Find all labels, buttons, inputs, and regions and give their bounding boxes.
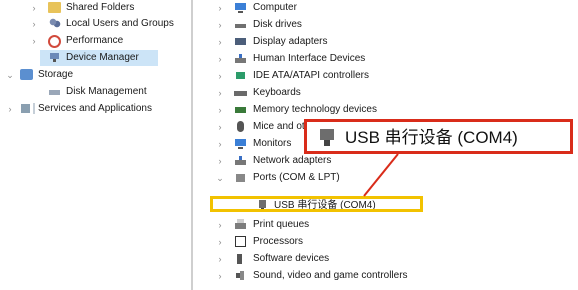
software-device-icon (234, 253, 247, 264)
ports-icon (234, 172, 247, 183)
highlight-box (210, 196, 423, 212)
disk-management-icon (48, 86, 61, 97)
tree-item-label: Print queues (253, 219, 310, 230)
tree-item-label: Software devices (253, 253, 330, 264)
ide-controller-icon (234, 70, 247, 81)
monitor-icon (234, 138, 247, 149)
performance-icon (48, 35, 61, 48)
expand-chevron-icon[interactable]: › (216, 268, 224, 284)
tree-item-services[interactable]: › Services and Applications (0, 101, 190, 117)
tree-item-label: Computer (253, 2, 297, 13)
device-category-processors[interactable]: › Processors (194, 234, 578, 250)
console-tree-pane: › Shared Folders › Local Users and Group… (0, 0, 190, 290)
mouse-icon (237, 121, 244, 132)
tree-item-label: Disk Management (66, 86, 147, 97)
tree-item-local-users[interactable]: › Local Users and Groups (0, 16, 190, 32)
keyboard-icon (234, 87, 247, 98)
expand-chevron-icon[interactable]: › (216, 217, 224, 233)
device-category-print-queues[interactable]: › Print queues (194, 217, 578, 233)
tree-item-label: Monitors (253, 138, 292, 149)
tree-item-label: Performance (66, 35, 124, 46)
expand-chevron-icon[interactable]: › (216, 136, 224, 152)
computer-icon (234, 2, 247, 13)
shared-folders-icon (48, 2, 61, 13)
device-category-sound[interactable]: › Sound, video and game controllers (194, 268, 578, 284)
callout-text: USB 串行设备 (COM4) (345, 128, 518, 147)
expand-chevron-icon[interactable]: › (216, 0, 224, 16)
tree-item-shared-folders[interactable]: › Shared Folders (0, 0, 190, 16)
device-category-ports[interactable]: ⌄ Ports (COM & LPT) (194, 170, 578, 186)
tree-item-label: IDE ATA/ATAPI controllers (253, 70, 369, 81)
expand-chevron-icon[interactable]: › (6, 101, 14, 117)
expand-chevron-icon[interactable]: › (30, 33, 38, 49)
expand-chevron-icon[interactable]: › (216, 119, 224, 135)
memory-icon (234, 104, 247, 115)
expand-chevron-icon[interactable]: › (216, 153, 224, 169)
device-category-hid[interactable]: › Human Interface Devices (194, 51, 578, 67)
callout-label: USB 串行设备 (COM4) (304, 119, 573, 154)
device-category-software[interactable]: › Software devices (194, 251, 578, 267)
tree-item-label: Processors (253, 236, 304, 247)
device-category-network[interactable]: › Network adapters (194, 153, 578, 169)
device-category-keyboards[interactable]: › Keyboards (194, 85, 578, 101)
tree-item-performance[interactable]: › Performance (0, 33, 190, 49)
tree-item-label: Display adapters (253, 36, 328, 47)
expand-chevron-icon[interactable]: › (30, 0, 38, 16)
tree-item-device-manager[interactable]: Device Manager (40, 50, 158, 66)
device-category-computer[interactable]: › Computer (194, 0, 578, 16)
device-manager-icon (48, 52, 61, 63)
network-adapter-icon (234, 155, 247, 166)
tree-item-label: Services and Applications (38, 103, 152, 114)
storage-icon (20, 69, 33, 80)
tree-item-label: Shared Folders (66, 2, 135, 13)
tree-item-label: Human Interface Devices (253, 53, 366, 64)
tree-item-label: Local Users and Groups (66, 18, 174, 29)
tree-item-label: Disk drives (253, 19, 302, 30)
tree-item-label: Network adapters (253, 155, 332, 166)
expand-chevron-icon[interactable]: › (216, 68, 224, 84)
collapse-chevron-icon[interactable]: ⌄ (6, 67, 14, 83)
users-icon (48, 18, 61, 29)
hid-icon (234, 53, 247, 64)
disk-drive-icon (234, 19, 247, 30)
expand-chevron-icon[interactable]: › (216, 51, 224, 67)
processor-icon (235, 236, 246, 247)
tree-item-label: Memory technology devices (253, 104, 377, 115)
display-adapter-icon (234, 36, 247, 47)
device-category-disk-drives[interactable]: › Disk drives (194, 17, 578, 33)
expand-chevron-icon[interactable]: › (216, 234, 224, 250)
pane-splitter[interactable] (191, 0, 193, 290)
tree-item-label: Device Manager (66, 52, 139, 63)
expand-chevron-icon[interactable]: › (216, 34, 224, 50)
expand-chevron-icon[interactable]: › (216, 251, 224, 267)
expand-chevron-icon[interactable]: › (30, 16, 38, 32)
tree-item-label: Storage (38, 69, 74, 80)
device-category-display-adapters[interactable]: › Display adapters (194, 34, 578, 50)
device-category-memory[interactable]: › Memory technology devices (194, 102, 578, 118)
tree-item-label: Sound, video and game controllers (253, 270, 408, 281)
collapse-chevron-icon[interactable]: ⌄ (216, 170, 224, 186)
sound-icon (234, 270, 247, 281)
tree-item-label: Keyboards (253, 87, 301, 98)
services-icon (20, 103, 35, 114)
expand-chevron-icon[interactable]: › (216, 85, 224, 101)
expand-chevron-icon[interactable]: › (216, 102, 224, 118)
tree-item-storage[interactable]: ⌄ Storage (0, 67, 190, 83)
device-category-ide[interactable]: › IDE ATA/ATAPI controllers (194, 68, 578, 84)
tree-item-label: Ports (COM & LPT) (253, 172, 340, 183)
print-queue-icon (234, 219, 247, 230)
usb-serial-icon (317, 129, 337, 147)
tree-item-disk-management[interactable]: Disk Management (0, 84, 190, 100)
expand-chevron-icon[interactable]: › (216, 17, 224, 33)
